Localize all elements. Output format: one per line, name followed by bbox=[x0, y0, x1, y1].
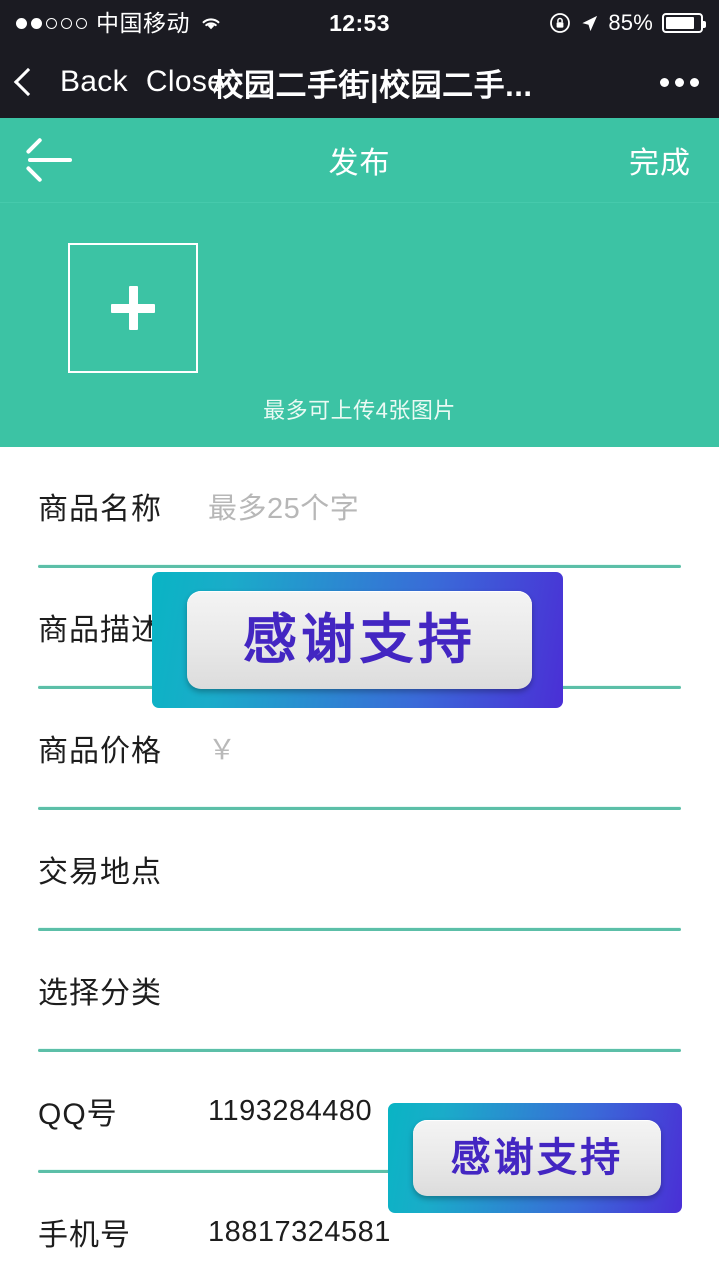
field-product-name[interactable]: 商品名称 最多25个字 bbox=[38, 447, 681, 565]
label-trade-location: 交易地点 bbox=[38, 856, 162, 889]
back-button[interactable]: Back bbox=[60, 67, 128, 97]
watermark-plate: 感谢支持 bbox=[413, 1120, 661, 1196]
wifi-icon bbox=[199, 14, 223, 32]
label-qq-number: QQ号 bbox=[38, 1098, 118, 1131]
more-horizontal-icon[interactable] bbox=[658, 72, 701, 93]
page-title: 发布 bbox=[328, 147, 391, 180]
watermark-plate: 感谢支持 bbox=[187, 591, 532, 689]
webview-title-bar: Back Close 校园二手街|校园二手... bbox=[0, 46, 719, 118]
header-back-button[interactable] bbox=[28, 132, 84, 188]
rotation-lock-icon bbox=[549, 12, 571, 34]
app-header: 发布 完成 bbox=[0, 118, 719, 203]
battery-percentage: 85% bbox=[608, 10, 653, 35]
battery-icon bbox=[662, 13, 706, 33]
label-product-name: 商品名称 bbox=[38, 493, 162, 526]
status-bar-left: 中国移动 bbox=[16, 9, 223, 36]
carrier-name: 中国移动 bbox=[96, 9, 190, 36]
arrow-left-icon bbox=[28, 158, 72, 162]
add-image-button[interactable] bbox=[68, 243, 198, 373]
plus-icon bbox=[111, 286, 155, 330]
label-category-select: 选择分类 bbox=[38, 977, 162, 1010]
chevron-left-icon[interactable] bbox=[14, 68, 30, 96]
thanks-watermark-1: 感谢支持 bbox=[152, 572, 563, 708]
input-product-name[interactable]: 最多25个字 bbox=[208, 485, 359, 527]
done-button[interactable]: 完成 bbox=[629, 138, 691, 182]
upload-hint-text: 最多可上传4张图片 bbox=[263, 398, 456, 423]
status-bar-right: 85% bbox=[549, 10, 706, 36]
thanks-watermark-2: 感谢支持 bbox=[388, 1103, 682, 1213]
field-trade-location[interactable]: 交易地点 bbox=[38, 810, 681, 928]
field-category-select[interactable]: 选择分类 bbox=[38, 931, 681, 1049]
label-phone-number: 手机号 bbox=[38, 1219, 131, 1252]
webview-nav-left: Back Close bbox=[14, 67, 224, 97]
status-bar: 中国移动 12:53 85% bbox=[0, 0, 719, 46]
watermark-text: 感谢支持 bbox=[242, 610, 477, 670]
close-button[interactable]: Close bbox=[146, 67, 224, 97]
label-product-price: 商品价格 bbox=[38, 735, 162, 768]
location-arrow-icon bbox=[580, 14, 599, 33]
signal-strength-icon bbox=[16, 17, 87, 29]
input-phone-number[interactable]: 18817324581 bbox=[208, 1216, 391, 1249]
phone-screen: 中国移动 12:53 85% Back Close 校园二手街|校园二手... … bbox=[0, 0, 719, 1280]
image-upload-zone: 最多可上传4张图片 bbox=[0, 203, 719, 447]
input-qq-number[interactable]: 1193284480 bbox=[208, 1095, 372, 1128]
watermark-text: 感谢支持 bbox=[450, 1136, 624, 1180]
input-product-price[interactable]: ￥ bbox=[208, 728, 237, 768]
